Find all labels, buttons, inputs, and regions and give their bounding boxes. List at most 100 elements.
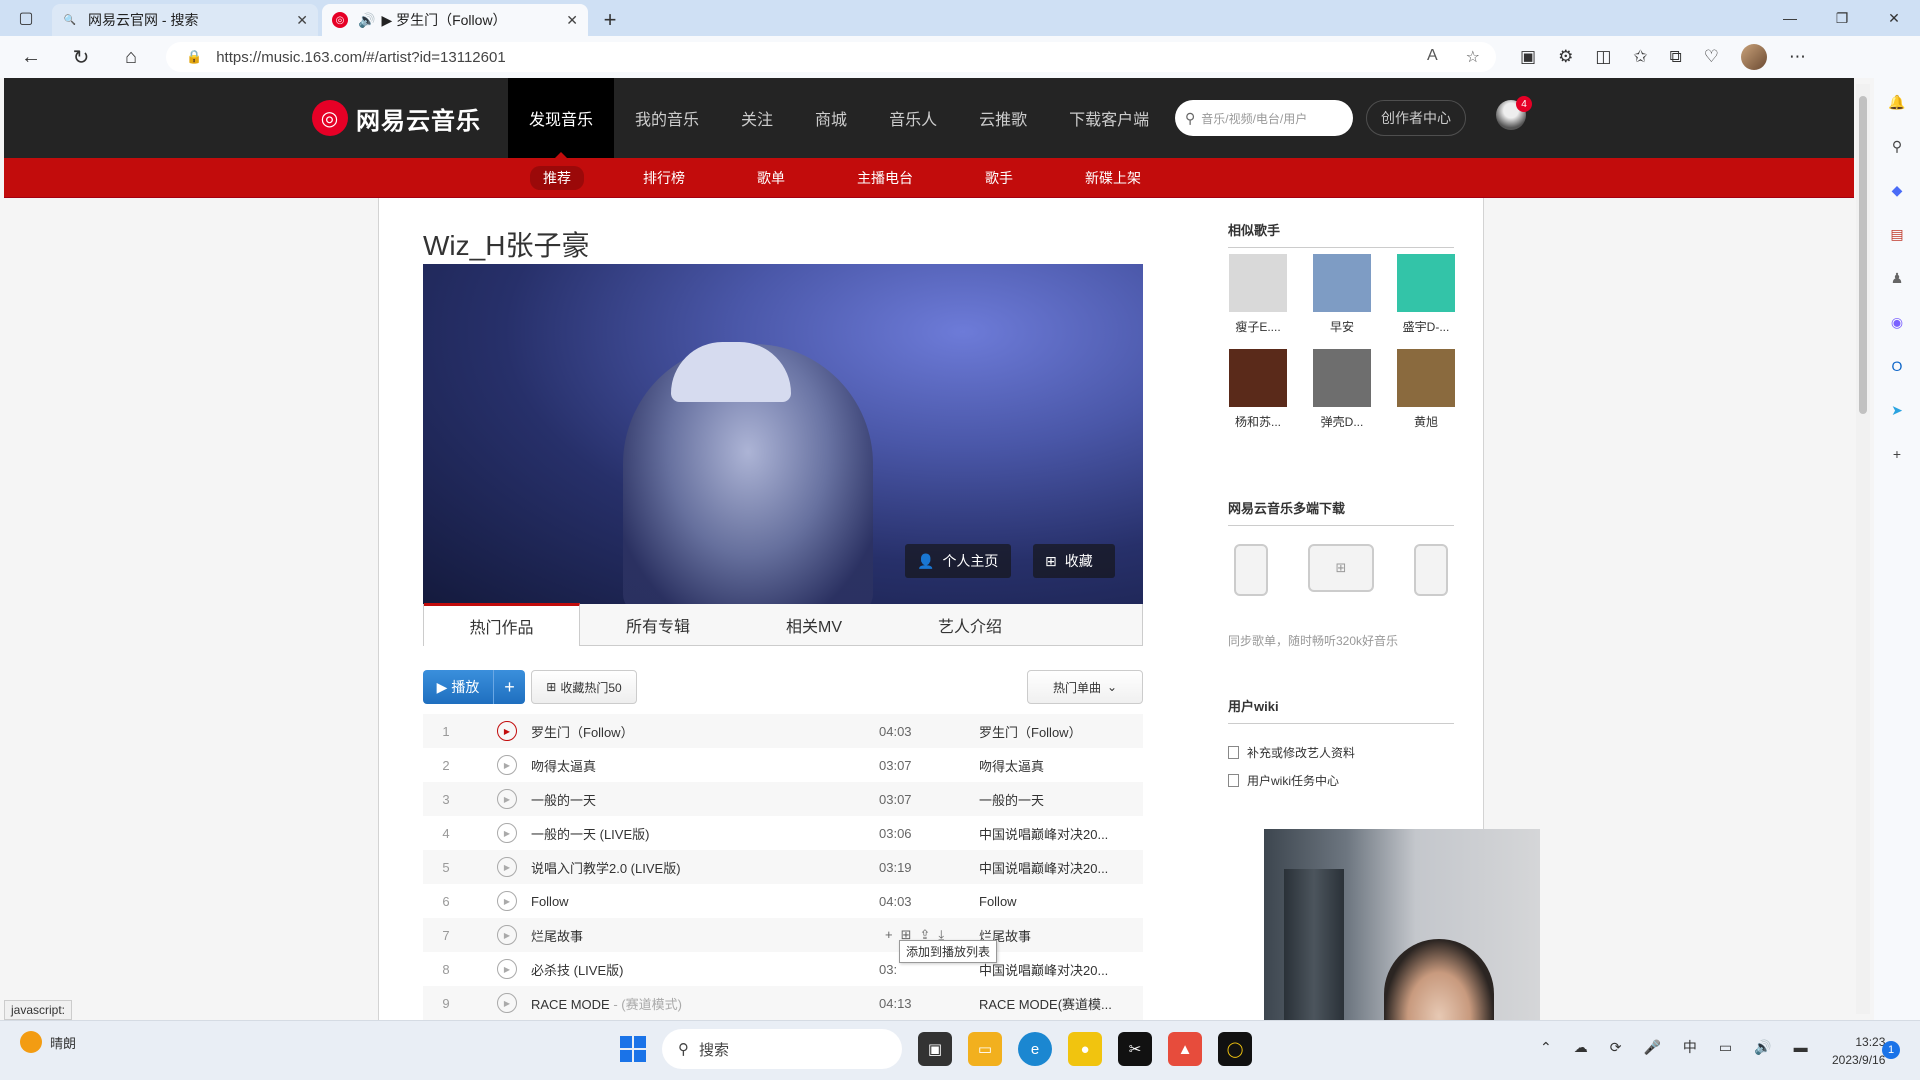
weather-widget[interactable]: 晴朗 — [20, 1031, 76, 1053]
song-row[interactable]: 9 ▶ RACE MODE - (赛道模式) 04:13 RACE MODE(赛道模..… — [423, 986, 1143, 1020]
song-name[interactable]: 罗生门（Follow） — [531, 722, 879, 741]
song-album[interactable]: 中国说唱巅峰对决20... — [979, 960, 1129, 979]
similar-artist[interactable]: 黄旭 — [1396, 349, 1456, 430]
extensions-icon[interactable]: ⚙ — [1558, 47, 1573, 67]
speaker-icon[interactable]: 🔊 — [358, 12, 375, 29]
favorites-icon[interactable]: ✩ — [1633, 47, 1647, 67]
volume-icon[interactable]: 🔊 — [1754, 1039, 1771, 1056]
play-song-icon[interactable]: ▶ — [497, 857, 517, 877]
tab-all-albums[interactable]: 所有专辑 — [580, 604, 736, 645]
similar-artist[interactable]: 早安 — [1312, 254, 1372, 335]
lock-icon[interactable]: 🔒 — [186, 49, 202, 65]
task-view-icon[interactable]: ▣ — [918, 1032, 952, 1066]
similar-artist-photo[interactable] — [1397, 254, 1455, 312]
toolbox-icon[interactable]: ▤ — [1885, 222, 1909, 246]
windows-start-icon[interactable] — [620, 1036, 646, 1062]
home-icon[interactable]: ⌂ — [106, 46, 156, 69]
battery-icon[interactable]: ▬ — [1794, 1039, 1808, 1055]
song-title[interactable]: 必杀技 (LIVE版) — [531, 963, 623, 978]
page-scrollbar[interactable] — [1856, 84, 1870, 1014]
artist-favorite-button[interactable]: ⊞ 收藏 — [1033, 544, 1115, 578]
taskbar-search[interactable]: ⚲ 搜索 — [662, 1029, 902, 1069]
song-title[interactable]: RACE MODE — [531, 997, 610, 1012]
similar-artist[interactable]: 盛宇D-... — [1396, 254, 1456, 335]
song-title[interactable]: 罗生门（Follow） — [531, 725, 634, 740]
ime-indicator[interactable]: 中 — [1683, 1037, 1697, 1057]
copilot-icon[interactable]: ◉ — [1885, 310, 1909, 334]
similar-artist-photo[interactable] — [1229, 254, 1287, 312]
nav-cloud-promote[interactable]: 云推歌 — [958, 78, 1048, 158]
play-song-icon[interactable]: ▶ — [497, 755, 517, 775]
app-icon[interactable]: ▣ — [1520, 47, 1536, 67]
cloud-icon[interactable]: ☁ — [1574, 1039, 1588, 1056]
browser-essentials-icon[interactable]: ♡ — [1704, 47, 1719, 67]
similar-artist-photo[interactable] — [1313, 349, 1371, 407]
collections-icon[interactable]: ⧉ — [1670, 47, 1682, 67]
similar-artist-photo[interactable] — [1313, 254, 1371, 312]
network-icon[interactable]: ▭ — [1719, 1039, 1732, 1056]
back-icon[interactable]: ← — [6, 46, 56, 69]
close-window-icon[interactable]: ✕ — [1868, 0, 1920, 36]
subnav-artists[interactable]: 歌手 — [972, 166, 1026, 190]
add-icon[interactable]: + — [885, 927, 893, 943]
add-icon[interactable]: + — [1885, 442, 1909, 466]
scrollbar-thumb[interactable] — [1859, 96, 1867, 414]
android-download-icon[interactable] — [1414, 544, 1448, 596]
similar-artist[interactable]: 杨和苏... — [1228, 349, 1288, 430]
app-yellow-icon[interactable]: ● — [1068, 1032, 1102, 1066]
close-tab-icon[interactable]: ✕ — [296, 12, 308, 29]
song-row[interactable]: 5 ▶ 说唱入门教学2.0 (LIVE版) 03:19 中国说唱巅峰对决20... — [423, 850, 1143, 884]
song-album[interactable]: 一般的一天 — [979, 790, 1129, 809]
subnav-charts[interactable]: 排行榜 — [630, 166, 698, 190]
sync-icon[interactable]: ⟳ — [1610, 1039, 1622, 1056]
search-icon[interactable]: ⚲ — [1885, 134, 1909, 158]
similar-artist-photo[interactable] — [1397, 349, 1455, 407]
nav-store[interactable]: 商城 — [794, 78, 868, 158]
outlook-icon[interactable]: O — [1885, 354, 1909, 378]
mic-icon[interactable]: 🎤 — [1643, 1039, 1660, 1056]
song-row[interactable]: 8 ▶ 必杀技 (LIVE版) 03: 中国说唱巅峰对决20... — [423, 952, 1143, 986]
hot-songs-dropdown[interactable]: 热门单曲 ⌄ — [1027, 670, 1143, 704]
song-title[interactable]: 一般的一天 — [531, 793, 596, 808]
song-album[interactable]: Follow — [979, 894, 1129, 909]
favorite-star-icon[interactable]: ☆ — [1466, 47, 1480, 67]
song-title[interactable]: 一般的一天 (LIVE版) — [531, 827, 649, 842]
similar-artist-name[interactable]: 黄旭 — [1414, 413, 1438, 430]
similar-artist-name[interactable]: 早安 — [1330, 318, 1354, 335]
tab-artist-intro[interactable]: 艺人介绍 — [892, 604, 1048, 645]
read-aloud-icon[interactable]: A — [1427, 47, 1438, 67]
nav-download-client[interactable]: 下载客户端 — [1048, 78, 1170, 158]
similar-artist-name[interactable]: 弹壳D... — [1321, 413, 1364, 430]
song-title[interactable]: 吻得太逼真 — [531, 759, 596, 774]
close-tab-icon[interactable]: ✕ — [566, 12, 578, 29]
split-screen-icon[interactable]: ◫ — [1595, 47, 1611, 67]
new-tab-button[interactable]: + — [592, 4, 628, 36]
wiki-item[interactable]: 补充或修改艺人资料 — [1228, 738, 1355, 766]
maximize-icon[interactable]: ❐ — [1816, 0, 1868, 36]
notification-count[interactable]: 1 — [1882, 1041, 1900, 1059]
nav-follow[interactable]: 关注 — [720, 78, 794, 158]
clock[interactable]: 13:23 2023/9/16 — [1832, 1033, 1885, 1069]
tab-related-mv[interactable]: 相关MV — [736, 604, 892, 645]
site-search-input[interactable]: ⚲ 音乐/视频/电台/用户 — [1175, 100, 1353, 136]
song-album[interactable]: 吻得太逼真 — [979, 756, 1129, 775]
tab-search[interactable]: 🔍 网易云官网 - 搜索 ✕ — [52, 4, 318, 36]
song-name[interactable]: 说唱入门教学2.0 (LIVE版) — [531, 858, 879, 877]
song-row[interactable]: 2 ▶ 吻得太逼真 03:07 吻得太逼真 — [423, 748, 1143, 782]
subnav-playlists[interactable]: 歌单 — [744, 166, 798, 190]
song-name[interactable]: 一般的一天 — [531, 790, 879, 809]
similar-artist-name[interactable]: 杨和苏... — [1235, 413, 1281, 430]
play-song-icon[interactable]: ▶ — [497, 993, 517, 1013]
app-circle-icon[interactable]: ◯ — [1218, 1032, 1252, 1066]
play-song-icon[interactable]: ▶ — [497, 925, 517, 945]
song-album[interactable]: RACE MODE(赛道模... — [979, 994, 1129, 1013]
nav-discover[interactable]: 发现音乐 — [508, 78, 615, 158]
profile-avatar[interactable] — [1741, 44, 1768, 70]
song-row[interactable]: 7 ▶ 烂尾故事 烂尾故事 + ⊞ ⇪ ⤓ — [423, 918, 1143, 952]
play-song-icon[interactable]: ▶ — [497, 823, 517, 843]
more-menu-icon[interactable]: ⋯ — [1789, 47, 1806, 67]
tab-hot-works[interactable]: 热门作品 — [424, 603, 580, 646]
similar-artist[interactable]: 瘦子E.... — [1228, 254, 1288, 335]
wiki-item[interactable]: 用户wiki任务中心 — [1228, 766, 1355, 794]
site-logo[interactable]: ◎ 网易云音乐 — [312, 100, 481, 136]
